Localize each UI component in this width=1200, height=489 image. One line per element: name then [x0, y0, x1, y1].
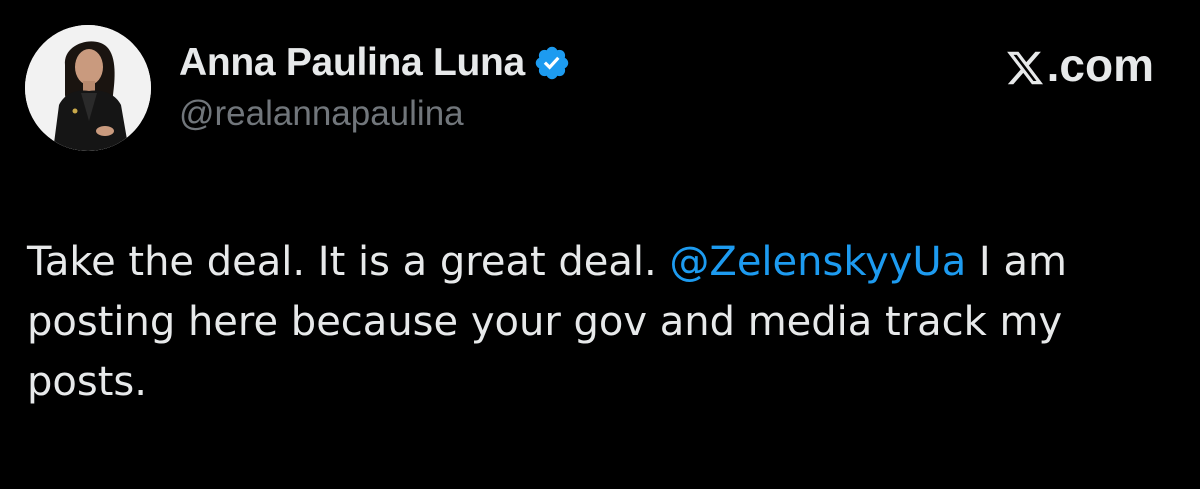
handle[interactable]: @realannapaulina — [179, 94, 571, 134]
author-info: Anna Paulina Luna @realannapaulina — [179, 40, 571, 134]
tweet-text: Take the deal. It is a great deal. @Zele… — [27, 232, 1177, 412]
verified-badge-icon — [533, 44, 571, 82]
display-name[interactable]: Anna Paulina Luna — [179, 41, 525, 85]
avatar-image — [25, 25, 151, 151]
brand-domain: .com — [1046, 39, 1154, 91]
brand-watermark: .com — [1005, 38, 1154, 92]
tweet-card: Anna Paulina Luna @realannapaulina .com … — [0, 0, 1200, 489]
tweet-text-part: Take the deal. It is a great deal. — [27, 239, 670, 285]
x-logo-icon — [1005, 45, 1045, 85]
avatar[interactable] — [25, 25, 151, 151]
mention-link[interactable]: @ZelenskyyUa — [669, 239, 966, 285]
name-row: Anna Paulina Luna — [179, 40, 571, 86]
